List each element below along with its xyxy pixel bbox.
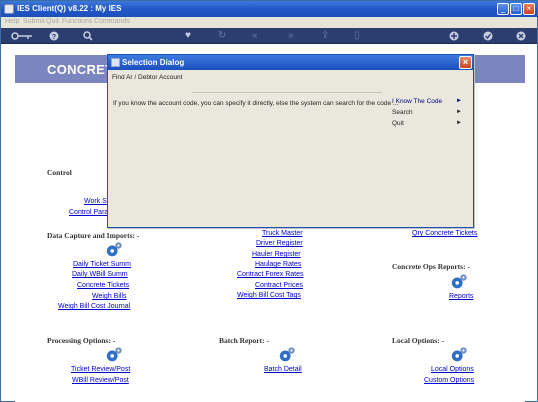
selection-dialog: Selection Dialog × Find Ar / Debtor Acco… [107,54,474,228]
key-icon[interactable] [11,31,33,41]
check-icon[interactable] [483,31,493,41]
app-icon [4,4,14,14]
option-quit[interactable]: Quit ► [392,120,462,127]
window-title: IES Client(Q) v8.22 : My IES [17,4,122,13]
work-schedule-link[interactable]: Work S [84,198,107,205]
batch-report-heading: Batch Report: - [219,336,269,345]
maximize-button[interactable]: □ [510,3,522,15]
heart-icon[interactable]: ♥ [185,29,191,43]
gear-icon [279,347,295,362]
control-parameters-link[interactable]: Control Para [69,209,108,216]
dialog-title-bar: Selection Dialog × [108,55,473,70]
wbill-review-post-link[interactable]: WBill Review/Post [72,377,129,384]
reports-link[interactable]: Reports [449,293,474,300]
ticket-review-post-link[interactable]: Ticket Review/Post [71,366,130,373]
dialog-subtitle: Find Ar / Debtor Account [112,74,183,81]
haulage-rates-link[interactable]: Haulage Rates [255,261,301,268]
toolbar: ? ♥ ↻ « » ⇪ ▯ [1,28,537,44]
concrete-tickets-link[interactable]: Concrete Tickets [77,282,129,289]
menu-bar: Help Submit Quit Functions Commands [1,17,537,28]
window-close-button[interactable]: × [523,3,535,15]
contract-forex-rates-link[interactable]: Contract Forex Rates [237,271,304,278]
weigh-bill-cost-tags-link[interactable]: Weigh Bill Cost Tags [237,292,301,299]
menu-quit[interactable]: Quit [46,18,59,25]
dialog-title: Selection Dialog [122,58,185,67]
gear-icon [451,347,467,362]
local-options-link[interactable]: Local Options [431,366,474,373]
data-capture-heading: Data Capture and Imports: - [47,231,140,240]
page-icon[interactable]: ▯ [354,29,360,43]
title-bar: IES Client(Q) v8.22 : My IES _ □ × [1,1,537,17]
menu-help[interactable]: Help [5,18,19,25]
daily-wbill-summ-link[interactable]: Daily WBill Summ [72,271,128,278]
custom-options-link[interactable]: Custom Options [424,377,474,384]
minimize-button[interactable]: _ [497,3,509,15]
add-icon[interactable] [449,31,459,41]
dialog-message: If you know the account code, you can sp… [113,100,399,107]
ies-client-window: IES Client(Q) v8.22 : My IES _ □ × Help … [0,0,538,402]
chevron-right-icon: ► [456,120,462,126]
option-label: Search [392,109,413,116]
concrete-ops-reports-heading: Concrete Ops Reports: - [392,262,470,271]
left-edge-strip [1,361,15,401]
hauler-register-link[interactable]: Hauler Register [252,251,301,258]
rewind-icon[interactable]: « [252,29,258,43]
chevron-right-icon: ► [456,109,462,115]
processing-options-heading: Processing Options: - [47,336,116,345]
dialog-app-icon [111,58,120,67]
fast-forward-icon[interactable]: » [288,29,294,43]
weigh-bill-cost-journal-link[interactable]: Weigh Bill Cost Journal [58,303,130,310]
dialog-close-button[interactable]: × [459,56,472,69]
batch-detail-link[interactable]: Batch Detail [264,366,302,373]
truck-master-link[interactable]: Truck Master [262,230,303,237]
contract-prices-link[interactable]: Contract Prices [255,282,303,289]
refresh-icon[interactable]: ↻ [218,29,226,43]
gear-icon [106,242,122,257]
qry-concrete-tickets-link[interactable]: Qry Concrete Tickets [412,230,477,237]
option-label: Quit [392,120,404,127]
menu-commands[interactable]: Commands [94,18,130,25]
gear-icon [451,274,467,289]
option-i-know-the-code[interactable]: I Know The Code ► [392,98,462,105]
menu-functions[interactable]: Functions [62,18,92,25]
dialog-divider [192,92,382,93]
control-heading: Control [47,168,72,177]
gear-icon [106,347,122,362]
driver-register-link[interactable]: Driver Register [256,240,303,247]
svg-text:?: ? [52,34,56,41]
weigh-bills-link[interactable]: Weigh Bills [92,293,127,300]
chevron-right-icon: ► [456,98,462,104]
local-options-heading: Local Options: - [392,336,445,345]
option-label: I Know The Code [392,98,443,105]
daily-ticket-summ-link[interactable]: Daily Ticket Summ [73,261,131,268]
export-icon[interactable]: ⇪ [321,29,329,43]
help-icon[interactable]: ? [49,31,59,41]
option-search[interactable]: Search ► [392,109,462,116]
close-icon[interactable] [516,31,526,41]
menu-submit[interactable]: Submit [23,18,45,25]
search-icon[interactable] [83,31,93,41]
